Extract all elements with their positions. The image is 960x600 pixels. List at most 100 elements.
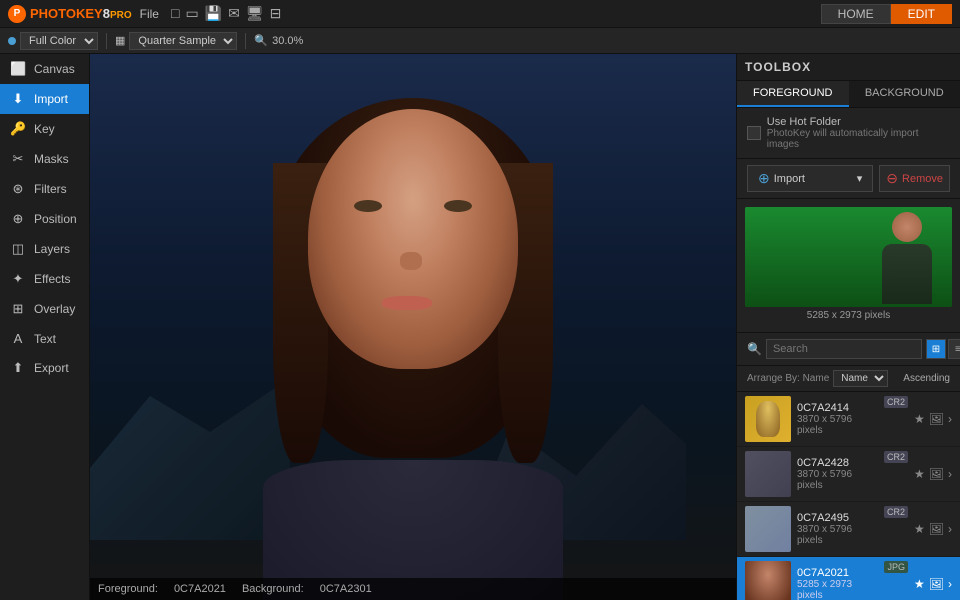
file-thumb-0C7A2495 [745, 506, 791, 552]
star-button-0C7A2414[interactable]: ★ [914, 412, 925, 426]
menu-file[interactable]: File [140, 7, 159, 21]
save-icon[interactable]: 💾 [205, 5, 222, 22]
file-item-0C7A2428[interactable]: 0C7A2428 3870 x 5796 pixels CR2 ★ 🖼 › [737, 447, 960, 502]
open-icon[interactable]: ▭ [185, 5, 198, 22]
import-remove-row: ⊕ Import ▾ ⊖ Remove [737, 159, 960, 199]
sidebar-label-effects: Effects [34, 272, 70, 286]
sidebar-label-filters: Filters [34, 182, 67, 196]
file-actions-0C7A2021: ★ 🖼 › [914, 577, 952, 591]
sidebar-item-masks[interactable]: ✂ Masks [0, 144, 89, 174]
export-icon: ⬆ [10, 360, 26, 376]
sidebar-item-key[interactable]: 🔑 Key [0, 114, 89, 144]
masks-icon: ✂ [10, 151, 26, 167]
new-icon[interactable]: □ [171, 5, 179, 22]
remove-label: Remove [902, 173, 943, 185]
import-label: Import [774, 173, 805, 185]
hot-folder-label: Use Hot Folder [767, 116, 950, 128]
preview-button-0C7A2414[interactable]: 🖼 [929, 412, 944, 426]
thumb-image-0C7A2414 [745, 396, 791, 442]
mouth [382, 296, 432, 310]
toolbox-panel: TOOLBOX FOREGROUND BACKGROUND Use Hot Fo… [736, 54, 960, 600]
home-button[interactable]: HOME [821, 4, 891, 24]
arrow-button-0C7A2414[interactable]: › [948, 412, 952, 426]
sidebar-item-text[interactable]: A Text [0, 324, 89, 353]
import-button[interactable]: ⊕ Import ▾ [747, 165, 873, 192]
preview-head [892, 212, 922, 242]
compare-icon[interactable]: ⊟ [270, 5, 282, 22]
sidebar-item-effects[interactable]: ✦ Effects [0, 264, 89, 294]
grid-view-button[interactable]: ⊞ [926, 339, 946, 359]
file-item-0C7A2021[interactable]: 0C7A2021 5285 x 2973 pixels JPG ★ 🖼 › [737, 557, 960, 600]
file-item-0C7A2495[interactable]: 0C7A2495 3870 x 5796 pixels CR2 ★ 🖼 › [737, 502, 960, 557]
color-dot [8, 37, 16, 45]
right-eye [444, 200, 472, 212]
star-button-0C7A2428[interactable]: ★ [914, 467, 925, 481]
background-label: Background: [242, 583, 304, 595]
file-badge-0C7A2414: CR2 [884, 396, 908, 408]
app-logo: P PHOTOKEY8PRO [8, 5, 132, 23]
thumb-image-0C7A2428 [745, 451, 791, 497]
arrow-button-0C7A2495[interactable]: › [948, 522, 952, 536]
arrow-button-0C7A2021[interactable]: › [948, 577, 952, 591]
tab-background[interactable]: BACKGROUND [849, 81, 960, 107]
toolbox-header: TOOLBOX [737, 54, 960, 81]
search-input[interactable] [766, 339, 922, 359]
file-info-0C7A2021: 0C7A2021 5285 x 2973 pixels [797, 567, 878, 600]
arrange-dropdown[interactable]: Name Date Size [833, 370, 888, 387]
sidebar-item-layers[interactable]: ◫ Layers [0, 234, 89, 264]
arrange-row: Arrange By: Name Name Date Size Ascendin… [737, 366, 960, 392]
toolbar-icons: □ ▭ 💾 ✉ 🖥 ⊟ [171, 5, 281, 22]
toolbar-separator-1 [106, 33, 107, 49]
arrow-button-0C7A2428[interactable]: › [948, 467, 952, 481]
preview-body [882, 244, 932, 304]
sidebar-label-key: Key [34, 122, 55, 136]
import-icon: ⬇ [10, 91, 26, 107]
sample-mode-dropdown[interactable]: Quarter Sample [129, 32, 237, 50]
preview-button-0C7A2428[interactable]: 🖼 [929, 467, 944, 481]
list-view-button[interactable]: ≡ [948, 339, 960, 359]
toolbar-separator-2 [245, 33, 246, 49]
sidebar-item-export[interactable]: ⬆ Export [0, 353, 89, 383]
thumb-image-0C7A2021 [745, 561, 791, 600]
sidebar-item-filters[interactable]: ⊛ Filters [0, 174, 89, 204]
preview-dimensions: 5285 x 2973 pixels [745, 307, 952, 324]
sidebar-item-import[interactable]: ⬇ Import [0, 84, 89, 114]
star-button-0C7A2021[interactable]: ★ [914, 577, 925, 591]
zoom-value: 30.0% [272, 35, 303, 47]
monitor-icon[interactable]: 🖥 [246, 5, 264, 22]
color-mode-dropdown[interactable]: Full Color [20, 32, 98, 50]
position-icon: ⊕ [10, 211, 26, 227]
nose [400, 252, 422, 270]
edit-button[interactable]: EDIT [891, 4, 952, 24]
email-icon[interactable]: ✉ [228, 5, 240, 22]
star-button-0C7A2495[interactable]: ★ [914, 522, 925, 536]
hot-folder-row: Use Hot Folder PhotoKey will automatical… [737, 108, 960, 159]
sidebar-item-position[interactable]: ⊕ Position [0, 204, 89, 234]
hot-folder-text: Use Hot Folder PhotoKey will automatical… [767, 116, 950, 150]
background-value: 0C7A2301 [320, 583, 372, 595]
search-row: 🔍 ⊞ ≡ [737, 333, 960, 366]
canvas-area: Foreground: 0C7A2021 Background: 0C7A230… [90, 54, 736, 600]
canvas-icon: ⬜ [10, 61, 26, 77]
sidebar-label-text: Text [34, 332, 56, 346]
file-badge-0C7A2021: JPG [884, 561, 908, 573]
logo-icon: P [8, 5, 26, 23]
top-bar: P PHOTOKEY8PRO File □ ▭ 💾 ✉ 🖥 ⊟ HOME EDI… [0, 0, 960, 28]
sidebar-item-overlay[interactable]: ⊞ Overlay [0, 294, 89, 324]
hot-folder-checkbox[interactable] [747, 126, 761, 140]
file-item-0C7A2414[interactable]: 0C7A2414 3870 x 5796 pixels CR2 ★ 🖼 › [737, 392, 960, 447]
foreground-label: Foreground: [98, 583, 158, 595]
remove-button[interactable]: ⊖ Remove [879, 165, 950, 192]
sidebar-item-canvas[interactable]: ⬜ Canvas [0, 54, 89, 84]
file-info-0C7A2414: 0C7A2414 3870 x 5796 pixels [797, 402, 878, 436]
portrait-container [203, 54, 623, 600]
preview-button-0C7A2495[interactable]: 🖼 [929, 522, 944, 536]
zoom-control: 🔍 30.0% [254, 34, 303, 47]
layers-icon: ◫ [10, 241, 26, 257]
hot-folder-sublabel: PhotoKey will automatically import image… [767, 128, 950, 150]
file-badge-0C7A2428: CR2 [884, 451, 908, 463]
file-thumb-0C7A2021 [745, 561, 791, 600]
preview-button-0C7A2021[interactable]: 🖼 [929, 577, 944, 591]
tab-foreground[interactable]: FOREGROUND [737, 81, 849, 107]
file-size-0C7A2495: 3870 x 5796 pixels [797, 524, 878, 546]
